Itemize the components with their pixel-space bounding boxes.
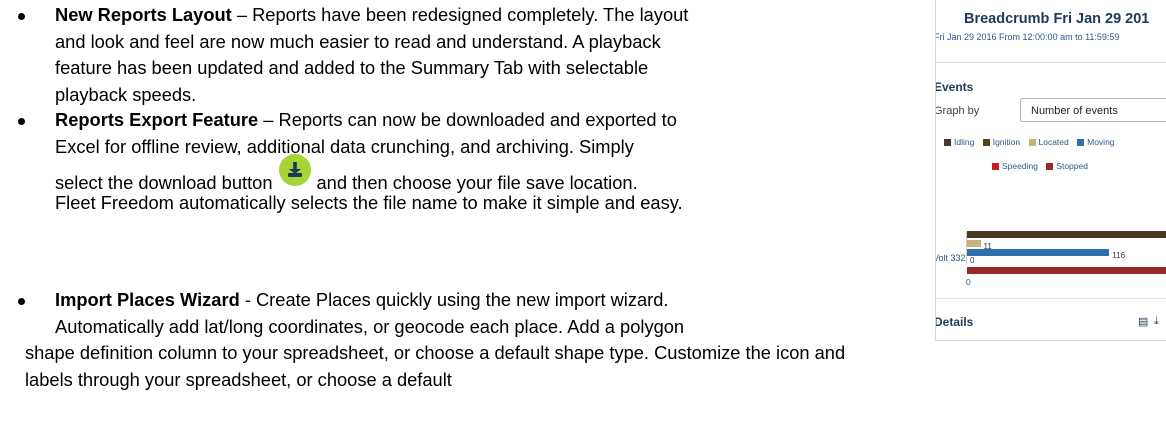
legend-label: Speeding [1002, 161, 1038, 171]
legend-item-ignition: Ignition [977, 137, 1020, 147]
bullet-dot [14, 8, 28, 22]
chart-legend: Idling Ignition Located Moving [938, 137, 1115, 147]
paragraph-reports-export: Reports Export Feature – Reports can now… [55, 107, 683, 217]
chart-legend-row-2: Speeding Stopped [986, 161, 1088, 171]
feature-title: Import Places Wizard [55, 289, 240, 310]
bar-moving [967, 249, 1110, 256]
download-button[interactable] [278, 154, 311, 186]
legend-label: Moving [1087, 137, 1115, 147]
document-page: New Reports Layout – Reports have been r… [0, 0, 1166, 422]
legend-label: Ignition [992, 137, 1021, 147]
legend-item-idling: Idling [938, 137, 974, 147]
legend-item-located: Located [1023, 137, 1069, 147]
paragraph-line: shape definition column to your spreadsh… [25, 342, 846, 363]
axis-tick-zero: 0 [966, 277, 971, 287]
paragraph-line: Fleet Freedom automatically selects the … [55, 192, 683, 213]
bar-ignition [967, 240, 981, 247]
bar-stopped [967, 267, 1166, 274]
details-heading: Details [935, 315, 974, 329]
legend-item-moving: Moving [1071, 137, 1115, 147]
graph-by-label: Graph by [935, 105, 980, 117]
paragraph-line: – Reports can now be downloaded and expo… [258, 109, 677, 130]
paragraph-import-places: Import Places Wizard - Create Places qui… [25, 287, 845, 393]
paragraph-line: labels through your spreadsheet, or choo… [25, 368, 452, 390]
report-screenshot: Breadcrumb Fri Jan 29 201 Fri Jan 29 201… [935, 0, 1166, 341]
bullet-dot [14, 293, 28, 307]
paragraph-line: Automatically add lat/long coordinates, … [55, 315, 685, 337]
paragraph-line: - Create Places quickly using the new im… [239, 289, 669, 310]
events-heading: Events [935, 80, 974, 94]
vehicle-label: Volt 332 [935, 253, 966, 263]
legend-swatch [1077, 139, 1085, 147]
bar-label: 0 [970, 256, 975, 265]
paragraph-line: – Reports have been redesigned completel… [231, 4, 689, 25]
report-subtitle: Fri Jan 29 2016 From 12:00:00 am to 11:5… [935, 32, 1120, 42]
print-icon[interactable]: ▤ [1138, 315, 1148, 328]
divider [936, 298, 1166, 299]
paragraph-line: playback speeds. [55, 83, 197, 105]
paragraph-line: feature has been updated and added to th… [55, 57, 649, 78]
feature-title: New Reports Layout [55, 4, 232, 25]
download-icon [287, 162, 302, 177]
download-icon[interactable]: ⤓ [1154, 315, 1159, 328]
graph-by-select[interactable]: Number of events [1020, 98, 1166, 122]
bar-label: 116 [1112, 251, 1126, 260]
legend-swatch [944, 139, 951, 147]
report-title: Breadcrumb Fri Jan 29 201 [964, 11, 1150, 27]
bar-idling [967, 231, 1166, 238]
legend-swatch [1028, 139, 1036, 147]
legend-swatch [982, 139, 990, 147]
bullet-dot [14, 113, 28, 127]
paragraph-new-reports: New Reports Layout – Reports have been r… [55, 2, 688, 108]
paragraph-line: Excel for offline review, additional dat… [55, 135, 634, 157]
paragraph-line: and look and feel are now much easier to… [55, 30, 661, 52]
divider [936, 62, 1166, 63]
legend-label: Stopped [1056, 161, 1088, 171]
feature-title: Reports Export Feature [55, 109, 259, 130]
legend-label: Idling [954, 137, 975, 147]
legend-label: Located [1038, 137, 1069, 147]
legend-item-stopped: Stopped [1040, 161, 1088, 171]
legend-swatch [992, 163, 999, 171]
legend-swatch [1046, 163, 1054, 171]
legend-item-speeding: Speeding [986, 161, 1038, 171]
